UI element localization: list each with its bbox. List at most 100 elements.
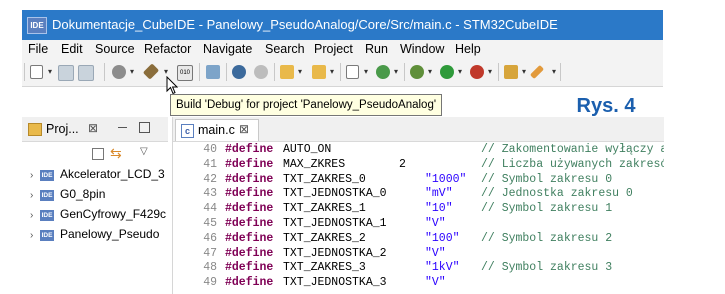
menu-refactor[interactable]: Refactor bbox=[144, 42, 191, 56]
c-file-icon: c bbox=[181, 124, 194, 138]
toolbar-separator bbox=[226, 63, 227, 81]
define-keyword: #define bbox=[225, 202, 274, 216]
line-number: 46 bbox=[203, 231, 217, 245]
macro-value: 2 bbox=[399, 157, 406, 171]
project-item[interactable]: › IDE Panelowy_Pseudo bbox=[30, 227, 159, 247]
code-line[interactable]: 45 #define TXT_JEDNOSTKA_1 "V" bbox=[173, 217, 664, 231]
define-keyword: #define bbox=[225, 172, 274, 186]
code-comment: // Zakomentowanie wyłączy a bbox=[481, 143, 664, 156]
macro-name: TXT_ZAKRES_2 bbox=[283, 231, 366, 245]
menu-navigate[interactable]: Navigate bbox=[203, 42, 252, 56]
toolbar-separator bbox=[340, 63, 341, 81]
line-number: 43 bbox=[203, 187, 217, 201]
project-label: GenCyfrowy_F429c bbox=[60, 207, 167, 221]
menu-window[interactable]: Window bbox=[400, 42, 444, 56]
close-icon[interactable]: ⊠ bbox=[88, 121, 98, 135]
toolbar-separator bbox=[104, 63, 105, 81]
code-line[interactable]: 44 #define TXT_ZAKRES_1 "10" // Symbol zakre… bbox=[173, 202, 664, 216]
code-line[interactable]: 43 #define TXT_JEDNOSTKA_0 "mV" // Jednostka… bbox=[173, 187, 664, 201]
menu-bar: File Edit Source Refactor Navigate Searc… bbox=[22, 40, 663, 60]
code-comment: // Symbol zakresu 3 bbox=[481, 261, 613, 275]
macro-value: "1kV" bbox=[425, 261, 460, 275]
code-comment: // Liczba używanych zakresó bbox=[481, 157, 664, 171]
toolbar: ▾ ▾ ▾ 010 ▾ ▾ ▾ ▾ ▾ ▾ ▾ ▾ ▾ bbox=[22, 60, 663, 87]
code-comment: // Symbol zakresu 1 bbox=[481, 202, 613, 216]
code-editor: c main.c ⊠ 40 #define AUTO_ON // Zakomentow… bbox=[172, 117, 664, 294]
macro-name: TXT_JEDNOSTKA_0 bbox=[283, 187, 387, 201]
chevron-right-icon: › bbox=[30, 190, 34, 201]
build-tooltip: Build 'Debug' for project 'Panelowy_Pseu… bbox=[170, 94, 443, 116]
macro-name: TXT_JEDNOSTKA_3 bbox=[283, 276, 387, 290]
define-keyword: #define bbox=[225, 143, 274, 156]
project-item[interactable]: › IDE GenCyfrowy_F429c bbox=[30, 207, 166, 227]
code-line[interactable]: 47 #define TXT_JEDNOSTKA_2 "V" bbox=[173, 247, 664, 261]
maximize-icon[interactable] bbox=[139, 122, 150, 133]
code-comment: // Symbol zakresu 0 bbox=[481, 172, 613, 186]
macro-value: "V" bbox=[425, 246, 446, 260]
menu-source[interactable]: Source bbox=[95, 42, 135, 56]
macro-value: "mV" bbox=[425, 187, 453, 201]
toolbar-separator bbox=[199, 63, 200, 81]
code-comment: // Symbol zakresu 2 bbox=[481, 231, 613, 245]
macro-value: "10" bbox=[425, 202, 453, 216]
menu-run[interactable]: Run bbox=[365, 42, 388, 56]
macro-value: "100" bbox=[425, 231, 460, 245]
minimize-icon[interactable] bbox=[118, 127, 127, 128]
line-number: 42 bbox=[203, 172, 217, 186]
project-icon: IDE bbox=[40, 230, 54, 241]
code-comment: // Jednostka zakresu 0 bbox=[481, 187, 633, 201]
code-line[interactable]: 42 #define TXT_ZAKRES_0 "1000" // Symbol zak… bbox=[173, 173, 664, 187]
macro-name: TXT_JEDNOSTKA_1 bbox=[283, 217, 387, 230]
line-number: 40 bbox=[203, 143, 217, 156]
macro-name: TXT_ZAKRES_3 bbox=[283, 261, 366, 275]
mouse-cursor-icon bbox=[166, 76, 178, 95]
close-icon[interactable]: ⊠ bbox=[239, 122, 249, 136]
code-line[interactable]: 46 #define TXT_ZAKRES_2 "100" // Symbol zakr… bbox=[173, 232, 664, 246]
macro-name: TXT_ZAKRES_0 bbox=[283, 172, 366, 186]
menu-search[interactable]: Search bbox=[265, 42, 305, 56]
editor-tabbar: c main.c ⊠ bbox=[173, 117, 664, 142]
toolbar-separator bbox=[560, 63, 561, 81]
define-keyword: #define bbox=[225, 217, 274, 230]
define-keyword: #define bbox=[225, 231, 274, 245]
code-line[interactable]: 48 #define TXT_ZAKRES_3 "1kV" // Symbol zakr… bbox=[173, 261, 664, 275]
project-icon: IDE bbox=[40, 190, 54, 201]
line-number: 45 bbox=[203, 217, 217, 230]
toolbar-separator bbox=[404, 63, 405, 81]
chevron-right-icon: › bbox=[30, 230, 34, 241]
chevron-right-icon: › bbox=[30, 210, 34, 221]
code-line[interactable]: 40 #define AUTO_ON // Zakomentowanie wyłącz… bbox=[173, 143, 664, 157]
code-line[interactable]: 41 #define MAX_ZKRES 2 // Liczba używanych z… bbox=[173, 158, 664, 172]
project-label: Akcelerator_LCD_3 bbox=[60, 167, 165, 181]
view-menu-icon[interactable]: ▽ bbox=[140, 146, 148, 157]
menu-help[interactable]: Help bbox=[455, 42, 481, 56]
project-item[interactable]: › IDE G0_8pin bbox=[30, 187, 105, 207]
code-line[interactable]: 49 #define TXT_JEDNOSTKA_3 "V" bbox=[173, 276, 664, 290]
macro-value: "1000" bbox=[425, 172, 467, 186]
line-number: 44 bbox=[203, 202, 217, 216]
toolbar-separator bbox=[274, 63, 275, 81]
menu-project[interactable]: Project bbox=[314, 42, 353, 56]
toolbar-separator bbox=[498, 63, 499, 81]
collapse-all-icon[interactable] bbox=[92, 148, 104, 160]
line-number: 41 bbox=[203, 157, 217, 171]
tab-main-c[interactable]: c main.c ⊠ bbox=[175, 119, 259, 141]
menu-file[interactable]: File bbox=[28, 42, 48, 56]
project-icon: IDE bbox=[40, 210, 54, 221]
define-keyword: #define bbox=[225, 246, 274, 260]
toolbar-separator bbox=[24, 63, 25, 81]
menu-edit[interactable]: Edit bbox=[61, 42, 83, 56]
project-label: G0_8pin bbox=[60, 187, 106, 201]
code-area[interactable]: 40 #define AUTO_ON // Zakomentowanie wyłącz… bbox=[173, 143, 664, 294]
project-explorer-panel: Proj... ⊠ ⇆ ▽ › IDE Akcelerator_LCD_3 › IDE… bbox=[22, 117, 168, 294]
editor-tab-label: main.c bbox=[198, 123, 235, 137]
project-item[interactable]: › IDE Akcelerator_LCD_3 bbox=[30, 167, 165, 187]
project-explorer-tabbar: Proj... ⊠ bbox=[22, 117, 168, 142]
project-explorer-tab[interactable]: Proj... bbox=[46, 122, 79, 136]
macro-name: TXT_JEDNOSTKA_2 bbox=[283, 246, 387, 260]
define-keyword: #define bbox=[225, 157, 274, 171]
macro-value: "V" bbox=[425, 276, 446, 290]
line-number: 49 bbox=[203, 276, 217, 290]
link-with-editor-icon[interactable]: ⇆ bbox=[110, 145, 122, 162]
app-icon: IDE bbox=[27, 17, 47, 34]
